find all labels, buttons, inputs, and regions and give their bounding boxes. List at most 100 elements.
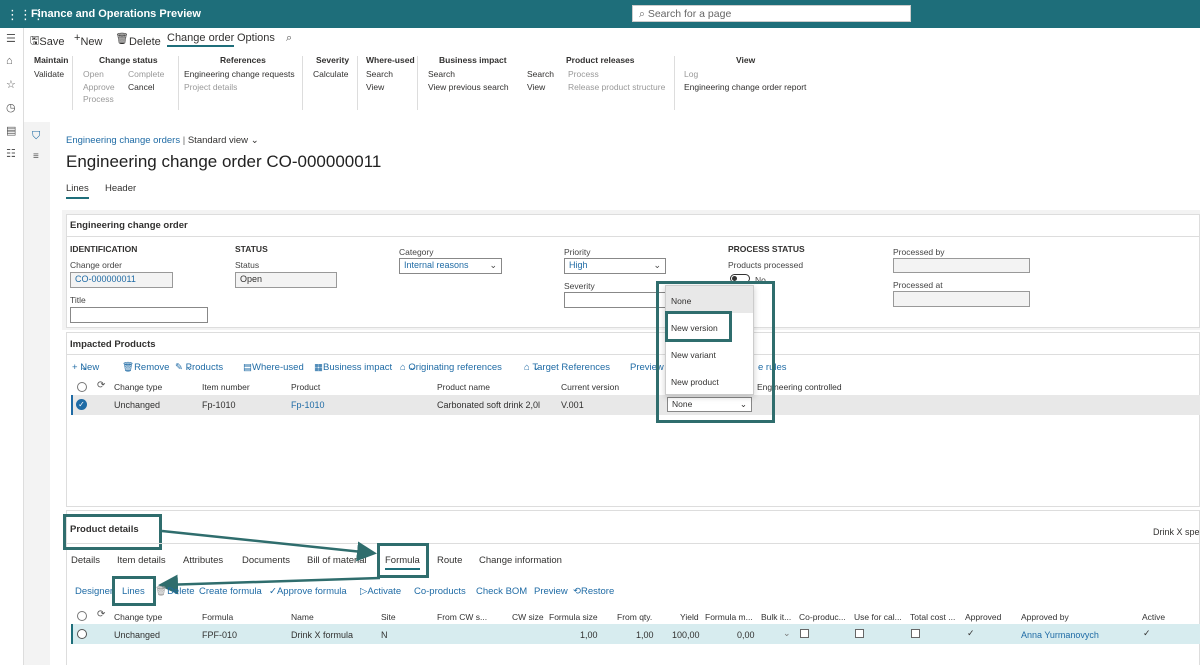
target-references-button[interactable]: ⌂ Target References ⌄ xyxy=(524,362,610,373)
tab-bill-of-material[interactable]: Bill of material xyxy=(307,555,367,566)
column-header[interactable]: Product xyxy=(291,382,320,392)
menu-icon[interactable]: ☰ xyxy=(6,32,16,45)
column-header[interactable]: Change type xyxy=(114,382,162,392)
tab-item-details[interactable]: Item details xyxy=(117,555,166,566)
impacted-remove-button[interactable]: 🗑 Remove xyxy=(122,362,169,373)
log-button[interactable]: Log xyxy=(684,69,698,79)
column-header[interactable]: Yield xyxy=(680,612,699,622)
processed-by-field[interactable] xyxy=(893,258,1030,273)
co-product-checkbox[interactable] xyxy=(800,629,809,638)
severity-select[interactable] xyxy=(564,292,666,308)
tab-header[interactable]: Header xyxy=(105,183,136,194)
validate-button[interactable]: Validate xyxy=(34,69,64,79)
product-link[interactable]: Fp-1010 xyxy=(291,400,325,410)
where-used-search-button[interactable]: Search xyxy=(366,69,393,79)
column-header[interactable]: Current version xyxy=(561,382,619,392)
column-header[interactable]: Use for cal... xyxy=(854,612,902,622)
impacted-products-button[interactable]: ✎ Products ⌄ xyxy=(175,362,223,373)
tab-route[interactable]: Route xyxy=(437,555,462,566)
tab-attributes[interactable]: Attributes xyxy=(183,555,223,566)
where-used-view-button[interactable]: View xyxy=(366,82,384,92)
tab-options[interactable]: Options xyxy=(237,32,275,44)
originating-references-button[interactable]: ⌂ Originating references ⌄ xyxy=(400,362,502,373)
column-header[interactable]: Name xyxy=(291,612,314,622)
activate-button[interactable]: ▷ Activate xyxy=(360,586,401,597)
home-icon[interactable]: ⌂ xyxy=(6,55,13,67)
engineering-change-requests-button[interactable]: Engineering change requests xyxy=(184,69,295,79)
formula-delete-button[interactable]: 🗑 Delete xyxy=(155,586,195,597)
column-header[interactable]: CW size xyxy=(512,612,544,622)
tab-lines[interactable]: Lines xyxy=(66,183,89,199)
approve-formula-button[interactable]: ✓ Approve formula xyxy=(269,586,347,597)
release-product-structure-button[interactable]: Release product structure xyxy=(568,82,665,92)
check-bom-button[interactable]: Check BOM xyxy=(476,586,527,597)
use-for-calc-checkbox[interactable] xyxy=(855,629,864,638)
designer-button[interactable]: Designer xyxy=(75,586,113,597)
calculate-button[interactable]: Calculate xyxy=(313,69,348,79)
row-radio[interactable] xyxy=(77,629,87,639)
refresh-icon[interactable]: ⟳ xyxy=(97,380,105,391)
column-header[interactable]: Formula size xyxy=(549,612,598,622)
recent-icon[interactable]: ◷ xyxy=(6,101,16,114)
column-header[interactable]: Bulk it... xyxy=(761,612,791,622)
status-field[interactable]: Open xyxy=(235,272,337,288)
column-header[interactable]: Approved xyxy=(965,612,1001,622)
product-releases-process-button[interactable]: Process xyxy=(568,69,599,79)
column-header[interactable]: Formula m... xyxy=(705,612,753,622)
tab-change-order[interactable]: Change order xyxy=(167,32,235,47)
view-selector[interactable]: Standard view xyxy=(188,135,248,146)
modules-icon[interactable]: ☷ xyxy=(6,147,16,160)
new-button[interactable]: + New xyxy=(74,32,102,48)
formula-preview-button[interactable]: Preview xyxy=(534,586,568,597)
column-header[interactable]: Co-produc... xyxy=(799,612,846,622)
list-icon[interactable]: ≡ xyxy=(33,151,39,162)
eco-report-button[interactable]: Engineering change order report xyxy=(684,82,806,92)
workspaces-icon[interactable]: ▤ xyxy=(6,124,16,137)
column-header[interactable]: Site xyxy=(381,612,396,622)
project-details-button[interactable]: Project details xyxy=(184,82,237,92)
approved-by-link[interactable]: Anna Yurmanovych xyxy=(1021,630,1099,640)
business-impact-search-button[interactable]: Search xyxy=(428,69,455,79)
refresh-icon[interactable]: ⟳ xyxy=(97,609,105,620)
column-header[interactable]: Approved by xyxy=(1021,612,1069,622)
create-formula-button[interactable]: Create formula xyxy=(199,586,262,597)
title-field[interactable] xyxy=(70,307,208,323)
column-header[interactable]: Active xyxy=(1142,612,1165,622)
open-button[interactable]: Open xyxy=(83,69,104,79)
column-header[interactable]: Item number xyxy=(202,382,250,392)
search-input[interactable]: ⌕ Search for a page xyxy=(632,5,911,22)
processed-at-field[interactable] xyxy=(893,291,1030,307)
favorites-icon[interactable]: ☆ xyxy=(6,78,16,91)
category-select[interactable]: Internal reasons ⌄ xyxy=(399,258,502,274)
total-cost-checkbox[interactable] xyxy=(911,629,920,638)
column-header[interactable]: From qty. xyxy=(617,612,652,622)
product-releases-search-button[interactable]: Search xyxy=(527,69,554,79)
view-previous-search-button[interactable]: View previous search xyxy=(428,82,509,92)
save-button[interactable]: 🖫 Save xyxy=(30,32,64,51)
row-selected-check-icon[interactable]: ✓ xyxy=(76,399,87,410)
restore-button[interactable]: ⟲ Restore xyxy=(573,586,614,597)
breadcrumb-link[interactable]: Engineering change orders xyxy=(66,135,180,146)
co-products-button[interactable]: Co-products xyxy=(414,586,466,597)
column-header[interactable]: Change type xyxy=(114,612,162,622)
tab-change-information[interactable]: Change information xyxy=(479,555,562,566)
filter-icon[interactable]: ⛉ xyxy=(32,130,40,143)
change-order-field[interactable]: CO-000000011 xyxy=(70,272,173,288)
impacted-business-impact-button[interactable]: ▦ Business impact xyxy=(314,362,392,373)
table-row[interactable] xyxy=(71,395,1200,415)
delete-button[interactable]: 🗑 Delete xyxy=(115,32,161,48)
product-releases-view-button[interactable]: View xyxy=(527,82,545,92)
priority-select[interactable]: High ⌄ xyxy=(564,258,666,274)
complete-button[interactable]: Complete xyxy=(128,69,164,79)
column-header[interactable]: Product name xyxy=(437,382,490,392)
column-header[interactable]: Total cost ... xyxy=(910,612,955,622)
select-all-radio[interactable] xyxy=(77,611,87,621)
cancel-button[interactable]: Cancel xyxy=(128,82,154,92)
search-icon[interactable]: ⌕ xyxy=(286,32,292,45)
tab-details[interactable]: Details xyxy=(71,555,100,566)
approve-button[interactable]: Approve xyxy=(83,82,115,92)
select-all-radio[interactable] xyxy=(77,382,87,392)
column-header[interactable]: From CW s... xyxy=(437,612,487,622)
chevron-down-icon[interactable]: ⌄ xyxy=(783,628,791,639)
process-button[interactable]: Process xyxy=(83,94,114,104)
